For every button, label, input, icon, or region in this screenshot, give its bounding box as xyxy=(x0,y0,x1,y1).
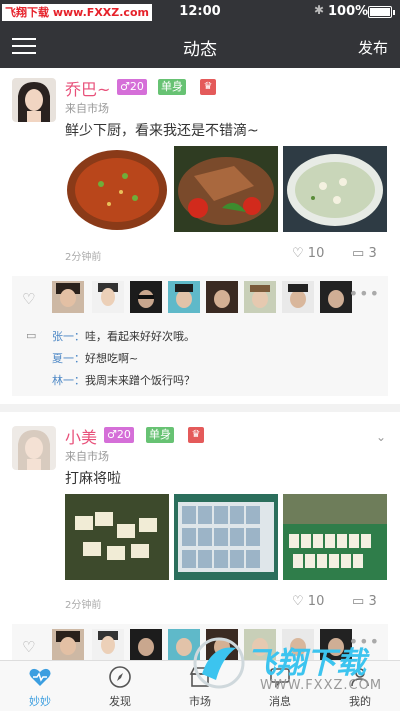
post-photo[interactable] xyxy=(174,494,278,580)
brand-logo-icon xyxy=(193,637,245,689)
post-time: 2分钟前 xyxy=(65,252,102,263)
like-count[interactable]: ♡ 10 xyxy=(292,594,324,609)
heart-outline-icon[interactable]: ♡ xyxy=(22,638,35,656)
watermark-brand: 飞翔下载 xyxy=(246,646,366,681)
relationship-badge: 单身 xyxy=(158,79,186,95)
chevron-down-icon[interactable]: ⌄ xyxy=(376,430,386,444)
post-photo[interactable] xyxy=(65,494,169,580)
page-title: 动态 xyxy=(183,40,217,60)
liker-avatar[interactable] xyxy=(130,629,162,660)
liker-avatar[interactable] xyxy=(168,281,200,313)
compass-icon xyxy=(109,666,131,688)
liker-avatar[interactable] xyxy=(52,629,84,660)
tab-miaomiao[interactable]: 妙妙 xyxy=(0,661,80,711)
liker-avatar[interactable] xyxy=(244,281,276,313)
username[interactable]: 小美 xyxy=(65,424,97,448)
avatar[interactable] xyxy=(12,426,56,470)
like-count[interactable]: ♡ 10 xyxy=(292,246,324,261)
tab-label: 妙妙 xyxy=(29,695,51,708)
heart-outline-icon[interactable]: ♡ xyxy=(22,290,35,308)
publish-button[interactable]: 发布 xyxy=(358,37,388,58)
more-likers-icon[interactable]: ••• xyxy=(349,284,380,303)
status-bar: 飞翔下载 www.FXXZ.com 12:00 ✱ 100% xyxy=(0,0,400,24)
liker-avatar[interactable] xyxy=(206,281,238,313)
feed-post: 小美 ♂20 单身 ♛ ⌄ 来自市场 打麻将啦 2分钟前 ♡ 10 ▭ 3 ♡ xyxy=(0,412,400,660)
liker-avatar[interactable] xyxy=(282,281,314,313)
avatar[interactable] xyxy=(12,78,56,122)
comment-icon: ▭ xyxy=(26,329,37,342)
post-photo[interactable] xyxy=(174,146,278,232)
tab-label: 发现 xyxy=(109,695,131,708)
liker-avatar[interactable] xyxy=(52,281,84,313)
post-photo[interactable] xyxy=(283,494,387,580)
tab-discover[interactable]: 发现 xyxy=(80,661,160,711)
nav-bar: 动态 发布 xyxy=(0,24,400,68)
liker-avatar[interactable] xyxy=(92,629,124,660)
liker-avatar[interactable] xyxy=(130,281,162,313)
heart-pulse-icon xyxy=(29,668,51,686)
watermark-url: WWW.FXXZ.COM xyxy=(260,678,383,693)
feed-post: 乔巴~ ♂20 单身 ♛ 来自市场 鲜少下厨，看来我还是不错滴~ 2分钟前 ♡ … xyxy=(0,68,400,404)
comment-icon: ▭ xyxy=(352,594,365,609)
interaction-panel: ♡ ••• ▭ 张一：哇，看起来好好次哦。 夏一：好想吃啊~ 林一：我周末来蹭个… xyxy=(12,276,388,396)
username[interactable]: 乔巴~ xyxy=(65,76,110,100)
comment-icon: ▭ xyxy=(352,246,365,261)
comment-item: 张一：哇，看起来好好次哦。 xyxy=(52,330,195,343)
liker-avatar[interactable] xyxy=(92,281,124,313)
comment-count[interactable]: ▭ 3 xyxy=(352,246,377,261)
watermark-logo: 飞翔下载 WWW.FXXZ.COM xyxy=(186,628,400,711)
feed-list[interactable]: 乔巴~ ♂20 单身 ♛ 来自市场 鲜少下厨，看来我还是不错滴~ 2分钟前 ♡ … xyxy=(0,68,400,660)
gender-age-badge: ♂20 xyxy=(104,427,134,443)
battery-icon xyxy=(368,6,395,18)
heart-icon: ♡ xyxy=(292,246,304,261)
post-source: 来自市场 xyxy=(65,102,109,115)
crown-icon: ♛ xyxy=(200,79,216,95)
post-photo[interactable] xyxy=(65,146,169,232)
gender-age-badge: ♂20 xyxy=(117,79,147,95)
comment-item: 林一：我周末来蹭个饭行吗？ xyxy=(52,374,195,387)
crown-icon: ♛ xyxy=(188,427,204,443)
post-time: 2分钟前 xyxy=(65,600,102,611)
bluetooth-icon: ✱ xyxy=(314,3,325,17)
post-text: 鲜少下厨，看来我还是不错滴~ xyxy=(65,123,259,139)
post-source: 来自市场 xyxy=(65,450,109,463)
post-photo[interactable] xyxy=(283,146,387,232)
liker-avatar[interactable] xyxy=(320,281,352,313)
battery-percent: 100% xyxy=(328,4,369,19)
relationship-badge: 单身 xyxy=(146,427,174,443)
heart-icon: ♡ xyxy=(292,594,304,609)
comment-item: 夏一：好想吃啊~ xyxy=(52,352,139,365)
post-text: 打麻将啦 xyxy=(65,471,121,487)
comment-count[interactable]: ▭ 3 xyxy=(352,594,377,609)
